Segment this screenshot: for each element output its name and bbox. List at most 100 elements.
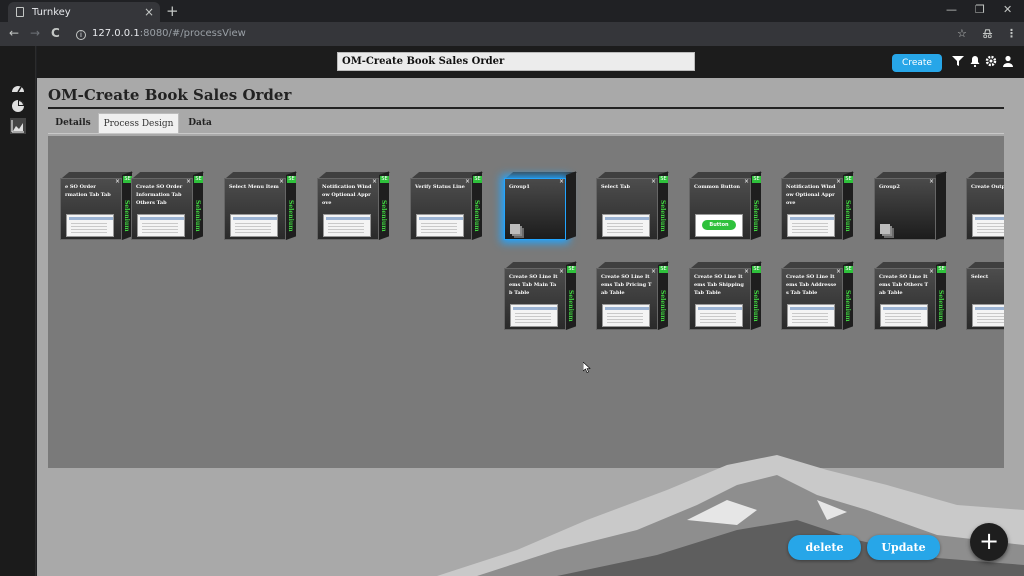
area-chart-icon[interactable] xyxy=(10,118,26,134)
step-name: Common Button xyxy=(694,184,741,190)
process-step-card[interactable]: SE Create SO Line It ems Tab Pricing T a… xyxy=(596,261,670,330)
tab-close-icon[interactable]: × xyxy=(144,5,154,19)
update-button[interactable]: Update xyxy=(867,535,940,560)
reload-icon[interactable]: C xyxy=(51,26,60,40)
incognito-icon[interactable] xyxy=(982,28,993,39)
button-preview: Button xyxy=(702,220,736,230)
process-step-card[interactable]: Select xyxy=(966,262,1004,330)
process-group-card[interactable]: Group1 × xyxy=(504,171,578,240)
step-type-label: Selenium xyxy=(752,200,759,232)
selenium-badge-icon: SE xyxy=(380,176,389,183)
main-content: OM-Create Book Sales Order Details Proce… xyxy=(37,78,1024,576)
step-close-icon[interactable]: × xyxy=(929,268,934,275)
tab-data[interactable]: Data xyxy=(179,113,221,134)
step-close-icon[interactable]: × xyxy=(651,178,656,185)
process-step-card[interactable]: SE Create SO Line It ems Tab Shipping Ta… xyxy=(689,261,763,330)
step-screenshot-thumbnail xyxy=(972,304,1004,327)
group-close-icon[interactable]: × xyxy=(559,178,564,185)
browser-tab-strip: Turnkey × + — ❐ ✕ xyxy=(0,0,1024,22)
step-close-icon[interactable]: × xyxy=(559,268,564,275)
process-step-card[interactable]: SE Verify Status Line × Selenium xyxy=(410,171,484,240)
step-type-label: Selenium xyxy=(380,200,387,232)
minimize-icon[interactable]: — xyxy=(946,3,957,16)
delete-button[interactable]: delete xyxy=(788,535,861,560)
gear-icon[interactable] xyxy=(985,55,997,67)
selenium-badge-icon: SE xyxy=(567,266,576,273)
create-button[interactable]: Create xyxy=(892,54,942,72)
group-stack-icon xyxy=(880,224,890,234)
step-name: e SO Order rmation Tab Tab xyxy=(65,184,111,198)
mountain-background-image xyxy=(437,455,1024,576)
step-screenshot-thumbnail xyxy=(416,214,464,237)
tab-process-design[interactable]: Process Design xyxy=(98,113,179,134)
process-step-card[interactable]: SE Create SO Order Information Tab Other… xyxy=(131,171,205,240)
step-close-icon[interactable]: × xyxy=(744,268,749,275)
process-name-field[interactable]: OM-Create Book Sales Order xyxy=(337,52,695,71)
window-close-icon[interactable]: ✕ xyxy=(1003,3,1012,16)
site-info-icon[interactable]: i xyxy=(76,30,86,40)
step-screenshot-thumbnail xyxy=(66,214,114,237)
dashboard-gauge-icon[interactable] xyxy=(10,80,26,96)
step-name: Verify Status Line xyxy=(415,184,465,190)
browser-tab-title: Turnkey xyxy=(32,6,71,18)
process-step-card[interactable]: SE Create SO Line It ems Tab Main Ta b T… xyxy=(504,261,578,330)
pie-chart-icon[interactable] xyxy=(10,98,26,114)
step-type-label: Selenium xyxy=(567,290,574,322)
step-name: Create SO Line It ems Tab Addresse s Tab… xyxy=(786,274,837,296)
selenium-badge-icon: SE xyxy=(659,266,668,273)
step-screenshot-thumbnail xyxy=(137,214,185,237)
step-close-icon[interactable]: × xyxy=(836,178,841,185)
step-type-label: Selenium xyxy=(659,290,666,322)
bell-icon[interactable] xyxy=(969,55,981,67)
step-type-label: Selenium xyxy=(752,290,759,322)
step-name: Notification Wind ow Optional Appr ove xyxy=(322,184,372,206)
step-name: Create SO Line It ems Tab Pricing T ab T… xyxy=(601,274,652,296)
step-close-icon[interactable]: × xyxy=(651,268,656,275)
add-step-button[interactable]: + xyxy=(970,523,1008,561)
filter-icon[interactable] xyxy=(952,55,964,67)
back-arrow-icon[interactable]: ← xyxy=(9,26,19,40)
step-screenshot-thumbnail xyxy=(602,304,650,327)
forward-arrow-icon[interactable]: → xyxy=(30,26,40,40)
restore-icon[interactable]: ❐ xyxy=(975,3,985,16)
process-step-card[interactable]: SE Create SO Line It ems Tab Addresse s … xyxy=(781,261,855,330)
process-step-card[interactable]: SE Common Button × Selenium Button xyxy=(689,171,763,240)
address-bar[interactable]: i 127.0.0.1:8080/#/processView xyxy=(70,25,970,43)
process-step-card[interactable]: SE Notification Wind ow Optional Appr ov… xyxy=(317,171,391,240)
step-name: Create SO Line It ems Tab Others T ab Ta… xyxy=(879,274,929,296)
tab-details[interactable]: Details xyxy=(48,113,98,134)
process-group-card[interactable]: Group2 × xyxy=(874,171,948,240)
step-close-icon[interactable]: × xyxy=(279,178,284,185)
process-step-card[interactable]: SE e SO Order rmation Tab Tab × Selenium xyxy=(60,171,134,240)
browser-tab[interactable]: Turnkey × xyxy=(8,2,160,22)
step-close-icon[interactable]: × xyxy=(186,178,191,185)
browser-toolbar: ← → C i 127.0.0.1:8080/#/processView ☆ ⋮ xyxy=(0,22,1024,46)
process-step-card[interactable]: SE Create SO Line It ems Tab Others T ab… xyxy=(874,261,948,330)
bookmark-star-icon[interactable]: ☆ xyxy=(957,27,967,40)
step-close-icon[interactable]: × xyxy=(372,178,377,185)
step-close-icon[interactable]: × xyxy=(836,268,841,275)
step-screenshot-thumbnail xyxy=(230,214,278,237)
step-name: Create SO Line It ems Tab Main Ta b Tabl… xyxy=(509,274,558,296)
step-close-icon[interactable]: × xyxy=(744,178,749,185)
process-step-card[interactable]: SE Select Tab × Selenium xyxy=(596,171,670,240)
page-title: OM-Create Book Sales Order xyxy=(48,86,292,104)
step-screenshot-thumbnail xyxy=(323,214,371,237)
browser-menu-icon[interactable]: ⋮ xyxy=(1006,27,1017,40)
selenium-badge-icon: SE xyxy=(473,176,482,183)
process-step-card[interactable]: SE Notification Wind ow Optional Appr ov… xyxy=(781,171,855,240)
process-step-card[interactable]: SE Select Menu Item × Selenium xyxy=(224,171,298,240)
group-name: Group2 xyxy=(879,184,900,190)
step-screenshot-thumbnail xyxy=(972,214,1004,237)
app-top-bar: OM-Create Book Sales Order Create xyxy=(37,46,1024,78)
step-type-label: Selenium xyxy=(844,200,851,232)
process-design-canvas[interactable]: SE e SO Order rmation Tab Tab × Selenium… xyxy=(48,136,1004,468)
group-close-icon[interactable]: × xyxy=(929,178,934,185)
step-name: Create Outpu xyxy=(971,184,1004,190)
selenium-badge-icon: SE xyxy=(194,176,203,183)
step-close-icon[interactable]: × xyxy=(115,178,120,185)
user-icon[interactable] xyxy=(1002,55,1014,67)
step-close-icon[interactable]: × xyxy=(465,178,470,185)
process-step-card[interactable]: Create Outpu xyxy=(966,172,1004,240)
new-tab-icon[interactable]: + xyxy=(166,2,179,20)
